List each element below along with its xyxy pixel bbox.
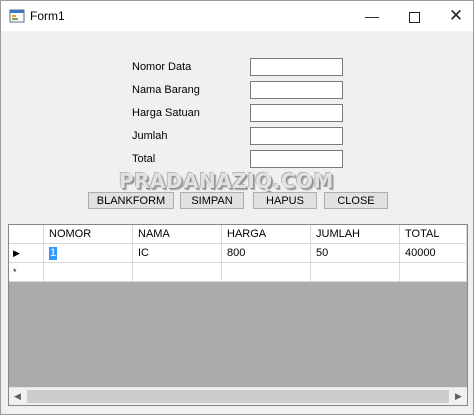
cell-nama[interactable]: IC [133,244,222,263]
label-jumlah: Jumlah [132,130,168,142]
nama-barang-input[interactable] [250,81,343,99]
column-header-total[interactable]: TOTAL [400,225,467,244]
label-total: Total [132,153,156,165]
scroll-left-icon[interactable]: ◀ [9,388,26,405]
new-row-cell-total[interactable] [400,263,467,282]
scrollbar-thumb[interactable] [27,390,449,403]
row-header-new-row-icon[interactable]: * [9,263,44,282]
label-nomor-data: Nomor Data [132,61,192,73]
form1-window: Form1 — ✕ Nomor Data Nama Barang Harga S… [0,0,474,415]
column-header-nama[interactable]: NAMA [133,225,222,244]
grid-header-row: NOMOR NAMA HARGA JUMLAH TOTAL [9,225,467,244]
data-grid[interactable]: NOMOR NAMA HARGA JUMLAH TOTAL ▶ 1 IC 800… [8,224,468,406]
label-nama-barang: Nama Barang [132,84,200,96]
window-title: Form1 [30,9,65,23]
column-header-nomor[interactable]: NOMOR [44,225,133,244]
close-window-button[interactable]: ✕ [433,1,473,31]
cell-jumlah[interactable]: 50 [311,244,400,263]
new-row-cell-nomor[interactable] [44,263,133,282]
row-header-current-icon[interactable]: ▶ [9,244,44,263]
maximize-button[interactable] [391,1,437,31]
scroll-right-icon[interactable]: ▶ [450,388,467,405]
grid-corner-header[interactable] [9,225,44,244]
total-input[interactable] [250,150,343,168]
close-button[interactable]: CLOSE [324,192,388,209]
hapus-button[interactable]: HAPUS [253,192,317,209]
cell-nomor[interactable]: 1 [44,244,133,263]
harga-satuan-input[interactable] [250,104,343,122]
horizontal-scrollbar[interactable]: ◀ ▶ [9,387,467,405]
maximize-icon [408,11,420,23]
new-row-cell-nama[interactable] [133,263,222,282]
app-icon [9,9,25,23]
minimize-button[interactable]: — [349,1,395,31]
new-row-cell-harga[interactable] [222,263,311,282]
selected-cell-value: 1 [49,247,58,260]
column-header-jumlah[interactable]: JUMLAH [311,225,400,244]
blankform-button[interactable]: BLANKFORM [88,192,174,209]
cell-total[interactable]: 40000 [400,244,467,263]
column-header-harga[interactable]: HARGA [222,225,311,244]
jumlah-input[interactable] [250,127,343,145]
simpan-button[interactable]: SIMPAN [180,192,244,209]
new-row-cell-jumlah[interactable] [311,263,400,282]
label-harga-satuan: Harga Satuan [132,107,200,119]
cell-harga[interactable]: 800 [222,244,311,263]
title-bar[interactable]: Form1 — ✕ [1,1,473,31]
watermark: PRADANAZIQ.COM [119,169,334,193]
nomor-data-input[interactable] [250,58,343,76]
